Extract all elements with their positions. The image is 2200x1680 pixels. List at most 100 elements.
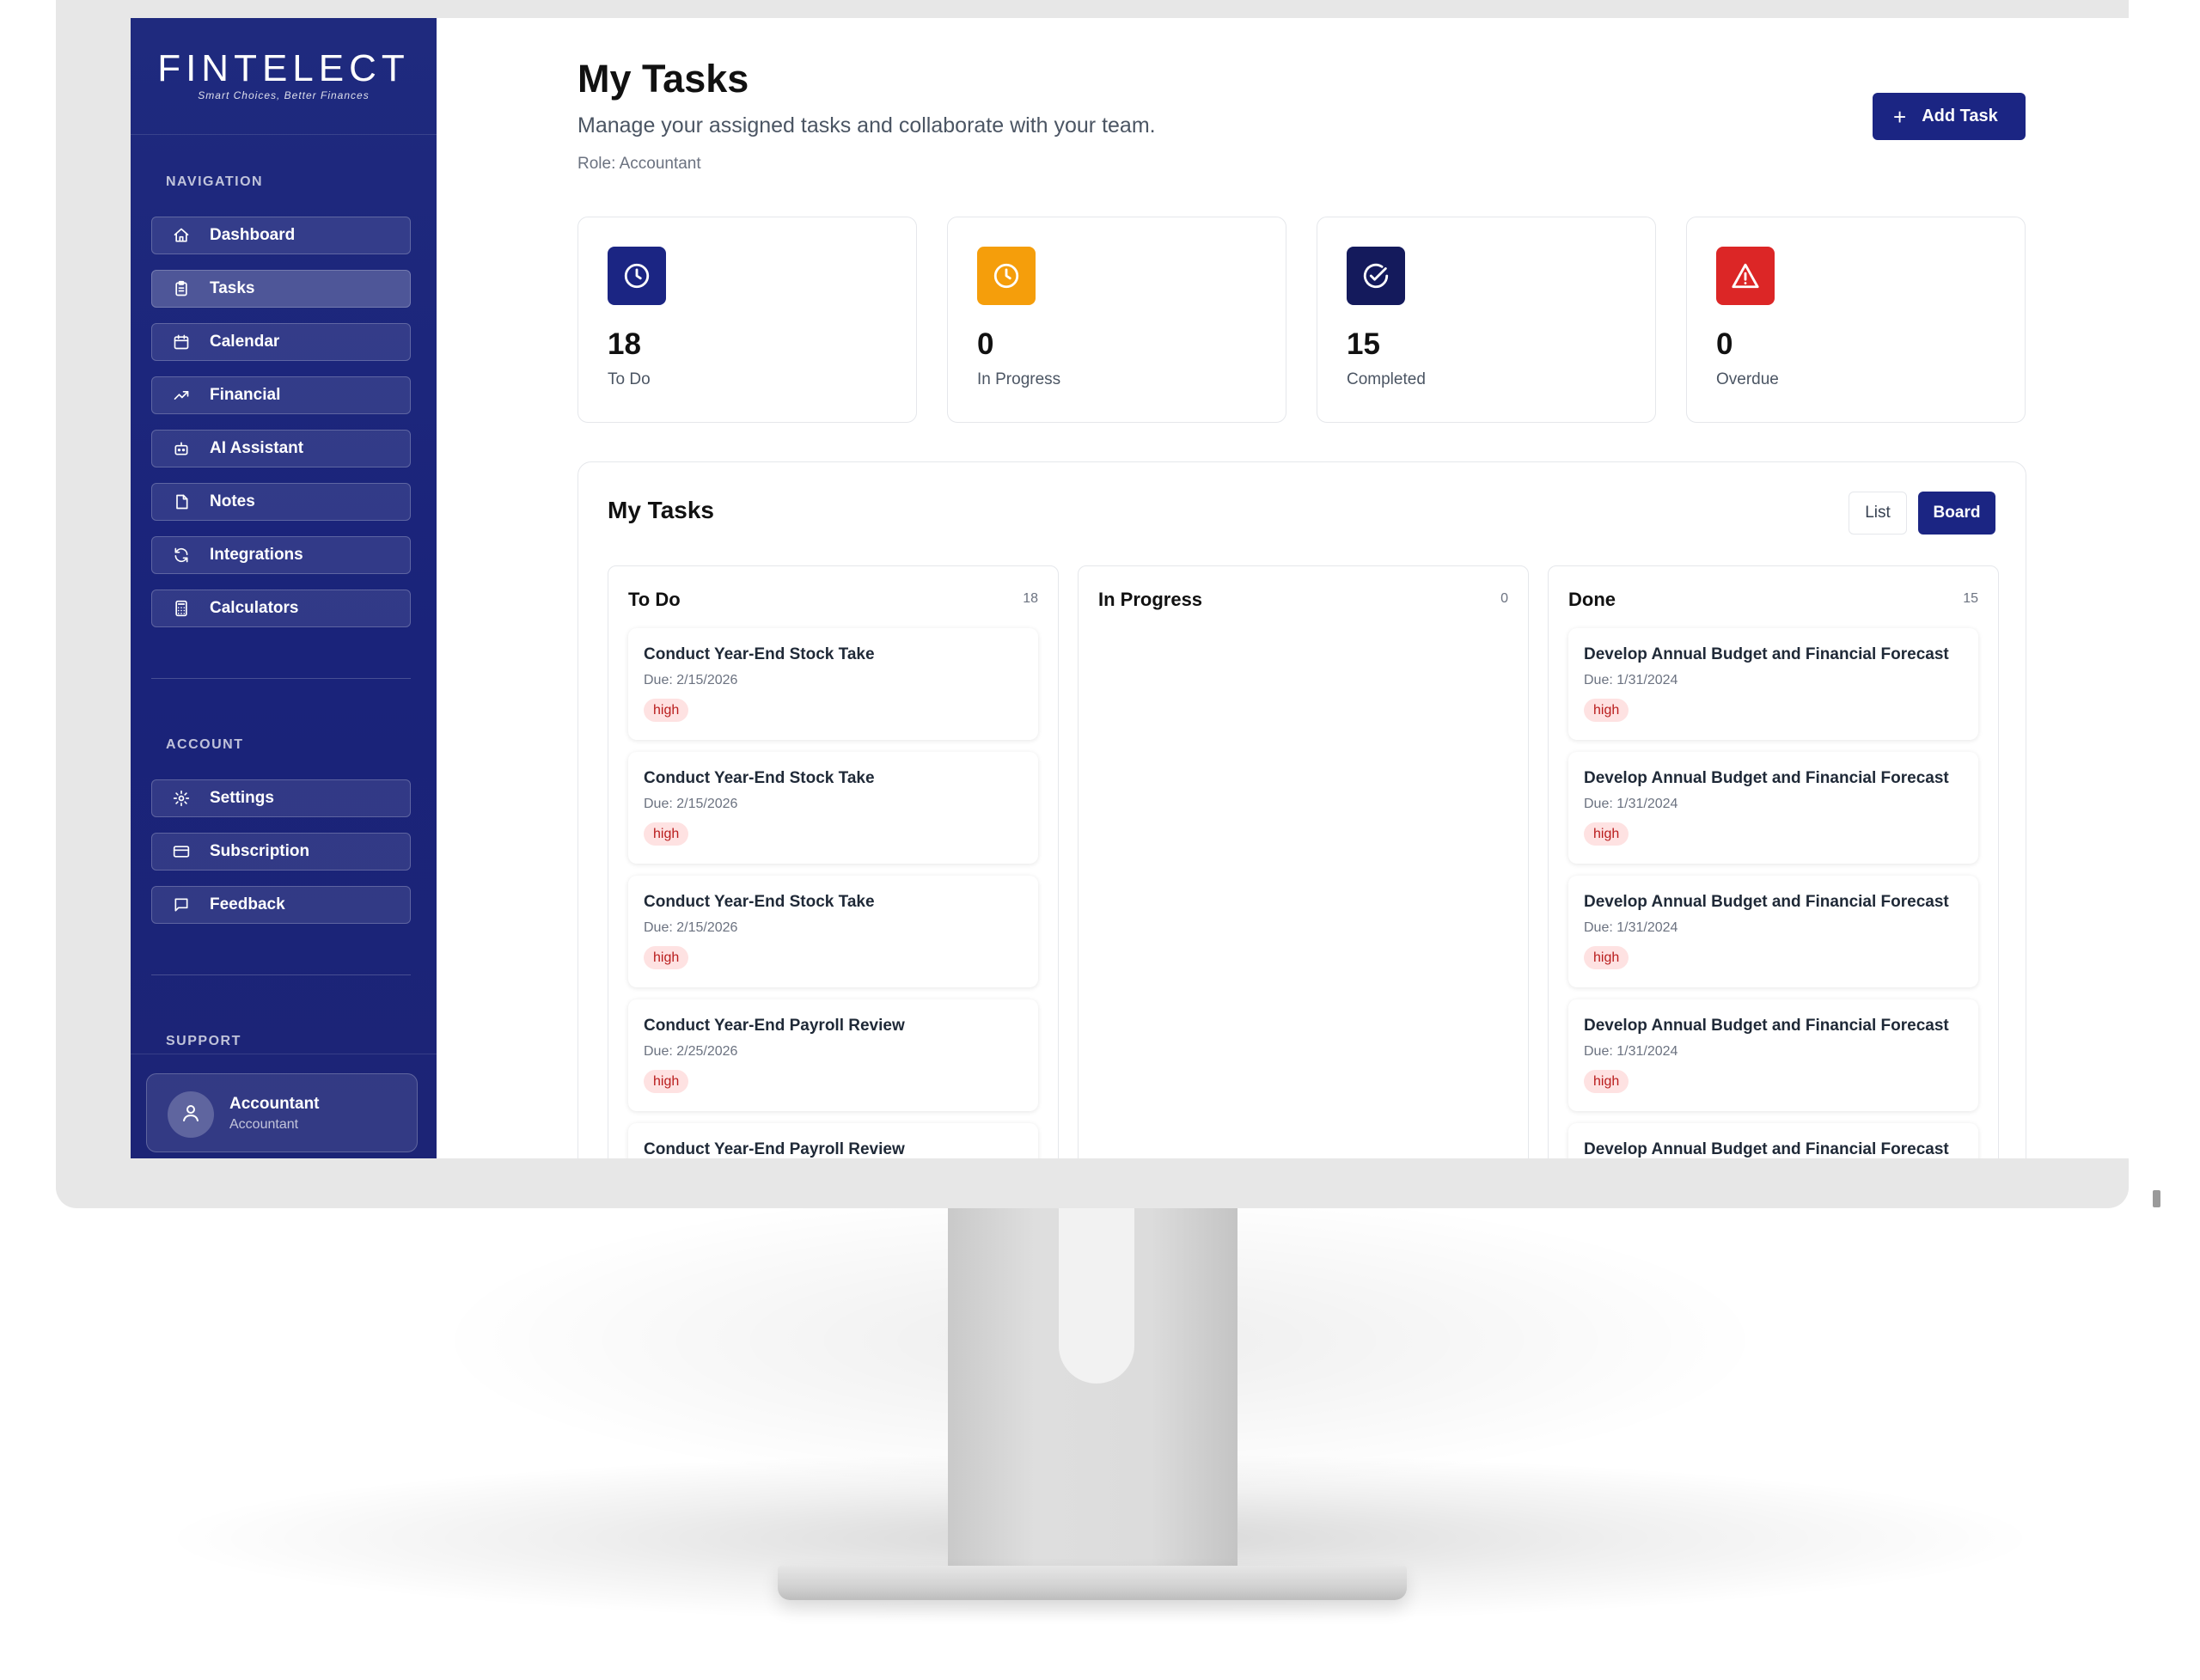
stat-value: 18 bbox=[608, 327, 641, 361]
stat-label: Overdue bbox=[1716, 370, 1779, 388]
priority-badge: high bbox=[644, 822, 689, 846]
sidebar-item-label: Settings bbox=[210, 789, 274, 807]
stat-label: In Progress bbox=[977, 370, 1061, 388]
board-column-in-progress: In Progress 0 bbox=[1078, 565, 1529, 1158]
sidebar-item-tasks[interactable]: Tasks bbox=[151, 270, 411, 308]
task-card[interactable]: Conduct Year-End Stock Take Due: 2/15/20… bbox=[628, 876, 1038, 987]
sidebar-item-calendar[interactable]: Calendar bbox=[151, 323, 411, 361]
task-due-date: Due: 1/31/2024 bbox=[1584, 673, 1678, 687]
sidebar-item-label: AI Assistant bbox=[210, 439, 304, 457]
message-icon bbox=[172, 895, 191, 914]
refresh-icon bbox=[172, 546, 191, 565]
task-card[interactable]: Conduct Year-End Stock Take Due: 2/15/20… bbox=[628, 628, 1038, 740]
sidebar-item-dashboard[interactable]: Dashboard bbox=[151, 217, 411, 254]
sidebar-item-label: Integrations bbox=[210, 546, 303, 564]
sidebar-item-label: Tasks bbox=[210, 279, 255, 297]
task-title: Develop Annual Budget and Financial Fore… bbox=[1584, 769, 1949, 787]
sidebar-item-label: Notes bbox=[210, 492, 255, 510]
tasks-board-panel: My Tasks List Board To Do 18 Conduct Yea… bbox=[578, 461, 2026, 1158]
sidebar-item-label: Subscription bbox=[210, 842, 310, 860]
task-card[interactable]: Conduct Year-End Payroll Review Due: 2/2… bbox=[628, 999, 1038, 1111]
stat-card-completed: 15 Completed bbox=[1317, 217, 1656, 423]
stat-label: Completed bbox=[1347, 370, 1426, 388]
task-card[interactable]: Conduct Year-End Stock Take Due: 2/15/20… bbox=[628, 752, 1038, 864]
task-card[interactable]: Develop Annual Budget and Financial Fore… bbox=[1568, 876, 1978, 987]
add-task-button[interactable]: + Add Task bbox=[1873, 93, 2026, 140]
column-title: In Progress bbox=[1098, 589, 1203, 610]
task-title: Develop Annual Budget and Financial Fore… bbox=[1584, 1017, 1949, 1035]
stat-value: 15 bbox=[1347, 327, 1380, 361]
note-icon bbox=[172, 492, 191, 511]
power-indicator bbox=[2153, 1190, 2160, 1207]
stat-card-overdue: 0 Overdue bbox=[1686, 217, 2026, 423]
sidebar-item-settings[interactable]: Settings bbox=[151, 779, 411, 817]
task-due-date: Due: 2/15/2026 bbox=[644, 920, 738, 935]
brand-header: FINTELECT Smart Choices, Better Finances bbox=[131, 18, 437, 135]
monitor-frame: FINTELECT Smart Choices, Better Finances… bbox=[56, 0, 2165, 1208]
sidebar-item-label: Calendar bbox=[210, 333, 280, 351]
sidebar-item-subscription[interactable]: Subscription bbox=[151, 833, 411, 871]
task-title: Conduct Year-End Stock Take bbox=[644, 893, 875, 911]
trending-up-icon bbox=[172, 386, 191, 405]
page-subtitle: Manage your assigned tasks and collabora… bbox=[578, 113, 1156, 137]
sidebar-item-label: Feedback bbox=[210, 895, 285, 913]
calendar-icon bbox=[172, 333, 191, 351]
task-card[interactable]: Develop Annual Budget and Financial Fore… bbox=[1568, 1123, 1978, 1158]
task-card[interactable]: Conduct Year-End Payroll Review bbox=[628, 1123, 1038, 1158]
sidebar-item-financial[interactable]: Financial bbox=[151, 376, 411, 414]
check-circle-icon bbox=[1347, 247, 1405, 305]
stat-label: To Do bbox=[608, 370, 651, 388]
monitor-stand-base bbox=[778, 1566, 1407, 1600]
view-board-button[interactable]: Board bbox=[1918, 492, 1995, 535]
sidebar-item-notes[interactable]: Notes bbox=[151, 483, 411, 521]
clock-icon bbox=[608, 247, 666, 305]
priority-badge: high bbox=[644, 946, 689, 969]
column-count: 18 bbox=[1023, 591, 1038, 606]
task-title: Develop Annual Budget and Financial Fore… bbox=[1584, 645, 1949, 663]
monitor-stand-slot bbox=[1059, 1207, 1134, 1384]
task-due-date: Due: 1/31/2024 bbox=[1584, 797, 1678, 811]
add-task-label: Add Task bbox=[1922, 107, 1998, 125]
priority-badge: high bbox=[1584, 946, 1629, 969]
board-column-todo: To Do 18 Conduct Year-End Stock Take Due… bbox=[608, 565, 1059, 1158]
account-section-label: ACCOUNT bbox=[166, 737, 244, 752]
role-label: Role: Accountant bbox=[578, 155, 701, 173]
calculator-icon bbox=[172, 599, 191, 618]
sidebar-item-feedback[interactable]: Feedback bbox=[151, 886, 411, 924]
sidebar-item-calculators[interactable]: Calculators bbox=[151, 590, 411, 627]
home-icon bbox=[172, 226, 191, 245]
warning-icon bbox=[1716, 247, 1775, 305]
view-list-button[interactable]: List bbox=[1849, 492, 1907, 535]
priority-badge: high bbox=[1584, 1070, 1629, 1093]
sidebar: FINTELECT Smart Choices, Better Finances… bbox=[131, 18, 437, 1158]
stat-card-in-progress: 0 In Progress bbox=[947, 217, 1286, 423]
plus-icon: + bbox=[1893, 103, 1907, 130]
task-card[interactable]: Develop Annual Budget and Financial Fore… bbox=[1568, 999, 1978, 1111]
brand-logo[interactable]: FINTELECT bbox=[131, 47, 437, 90]
user-profile-card[interactable]: Accountant Accountant bbox=[146, 1073, 418, 1152]
sidebar-item-integrations[interactable]: Integrations bbox=[151, 536, 411, 574]
priority-badge: high bbox=[644, 1070, 689, 1093]
gear-icon bbox=[172, 789, 191, 808]
credit-card-icon bbox=[172, 842, 191, 861]
task-title: Conduct Year-End Payroll Review bbox=[644, 1140, 905, 1158]
task-title: Conduct Year-End Stock Take bbox=[644, 769, 875, 787]
task-card[interactable]: Develop Annual Budget and Financial Fore… bbox=[1568, 752, 1978, 864]
task-title: Conduct Year-End Payroll Review bbox=[644, 1017, 905, 1035]
column-title: Done bbox=[1568, 589, 1616, 610]
sidebar-item-label: Dashboard bbox=[210, 226, 296, 244]
user-role: Accountant bbox=[229, 1117, 299, 1132]
clock-icon bbox=[977, 247, 1036, 305]
task-due-date: Due: 2/15/2026 bbox=[644, 797, 738, 811]
sidebar-divider bbox=[151, 678, 411, 679]
app-screen: FINTELECT Smart Choices, Better Finances… bbox=[131, 18, 2165, 1158]
column-count: 0 bbox=[1500, 591, 1508, 606]
column-count: 15 bbox=[1963, 591, 1978, 606]
stat-value: 0 bbox=[1716, 327, 1733, 361]
avatar bbox=[168, 1091, 214, 1138]
brand-tagline: Smart Choices, Better Finances bbox=[198, 89, 370, 101]
stat-card-todo: 18 To Do bbox=[578, 217, 917, 423]
task-card[interactable]: Develop Annual Budget and Financial Fore… bbox=[1568, 628, 1978, 740]
navigation-section-label: NAVIGATION bbox=[166, 174, 264, 189]
sidebar-item-ai-assistant[interactable]: AI Assistant bbox=[151, 430, 411, 467]
